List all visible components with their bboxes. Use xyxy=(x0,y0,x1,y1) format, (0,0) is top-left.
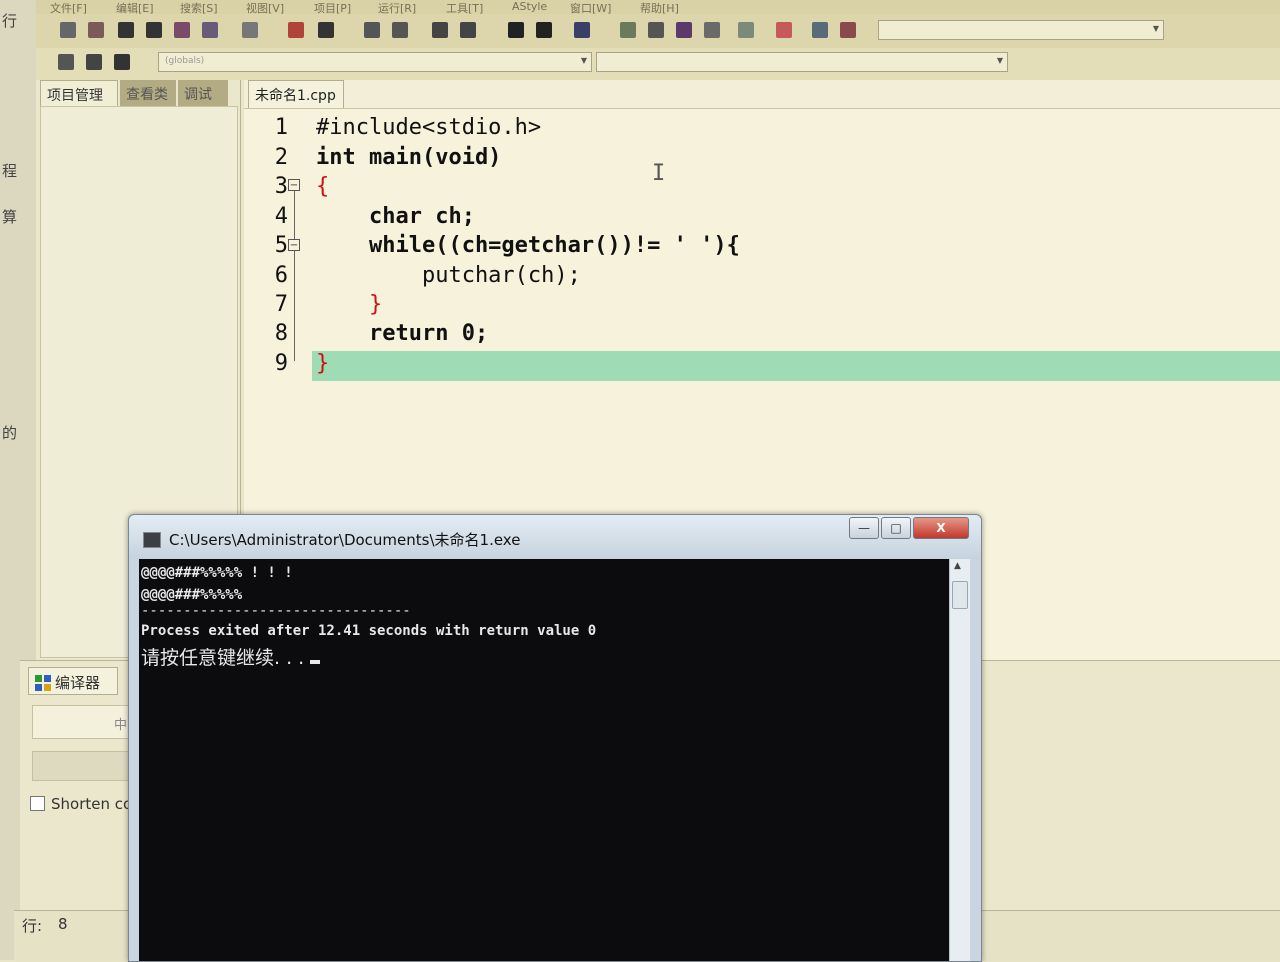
console-line: @@@@###%%%%% xyxy=(141,587,243,603)
code-line: int main(void) xyxy=(316,145,502,170)
shorten-checkbox[interactable] xyxy=(30,796,45,811)
tab-file[interactable]: 未命名1.cpp xyxy=(248,80,344,108)
shorten-label: Shorten co xyxy=(51,795,133,813)
line-number: 2 xyxy=(274,145,288,170)
bookmark-icon[interactable] xyxy=(574,22,590,38)
line-label: 行: xyxy=(22,917,43,935)
scroll-thumb[interactable] xyxy=(952,581,968,609)
chevron-down-icon: ▼ xyxy=(580,56,587,65)
console-prompt-text: 请按任意键继续. . . xyxy=(141,647,305,669)
fold-guide xyxy=(294,191,295,239)
chevron-down-icon: ▼ xyxy=(996,56,1003,65)
compiler-profile-select[interactable]: ▼ xyxy=(878,20,1164,40)
code-line: putchar(ch); xyxy=(316,263,581,288)
console-line: Process exited after 12.41 seconds with … xyxy=(141,623,597,639)
replace-icon[interactable] xyxy=(392,22,408,38)
tab-debug[interactable]: 调试 xyxy=(178,80,228,106)
undo-icon[interactable] xyxy=(288,22,304,38)
code-line: return 0; xyxy=(316,321,489,346)
console-window: C:\Users\Administrator\Documents\未命名1.ex… xyxy=(128,514,982,962)
line-number: 6 xyxy=(274,263,288,288)
class-select-value: (globals) xyxy=(165,56,205,66)
insert-icon[interactable] xyxy=(58,54,74,70)
toggle-icon[interactable] xyxy=(86,54,102,70)
console-prompt: 请按任意键继续. . . xyxy=(141,643,321,670)
indent-icon[interactable] xyxy=(432,22,448,38)
compiler-progress xyxy=(32,751,132,781)
line-number: 9 xyxy=(274,351,288,376)
console-scrollbar[interactable]: ▲ xyxy=(949,559,970,961)
edge-text: 的 xyxy=(2,424,18,442)
line-number: 4 xyxy=(274,204,288,229)
code-line: } xyxy=(316,292,383,317)
chart-icon[interactable] xyxy=(812,22,828,38)
menu-bar: 文件[F] 编辑[E] 搜索[S] 视图[V] 项目[P] 运行[R] 工具[T… xyxy=(36,0,1280,15)
class-select[interactable]: (globals) ▼ xyxy=(158,52,592,72)
close-all-icon[interactable] xyxy=(202,22,218,38)
main-toolbar: ▼ xyxy=(36,14,1280,49)
scroll-up-icon[interactable]: ▲ xyxy=(954,561,961,571)
line-number: 8 xyxy=(274,321,288,346)
print-icon[interactable] xyxy=(242,22,258,38)
maximize-button[interactable]: □ xyxy=(881,517,911,539)
console-output[interactable]: @@@@###%%%%% ! ! ! @@@@###%%%%% --------… xyxy=(139,559,961,961)
secondary-toolbar: (globals) ▼ ▼ xyxy=(36,48,1280,80)
save-icon[interactable] xyxy=(118,22,134,38)
compiler-field[interactable]: 中 xyxy=(32,705,132,739)
find-icon[interactable] xyxy=(364,22,380,38)
close-button[interactable]: X xyxy=(913,517,969,539)
save-all-icon[interactable] xyxy=(146,22,162,38)
shorten-option[interactable]: Shorten co xyxy=(30,795,132,813)
check-icon[interactable] xyxy=(738,22,754,38)
console-titlebar[interactable]: C:\Users\Administrator\Documents\未命名1.ex… xyxy=(129,515,981,559)
minimize-button[interactable]: — xyxy=(849,517,879,539)
fold-toggle-icon[interactable]: − xyxy=(288,179,300,191)
fold-guide xyxy=(294,251,295,361)
code-line: { xyxy=(316,174,330,199)
chevron-down-icon: ▼ xyxy=(1152,24,1159,33)
forward-icon[interactable] xyxy=(536,22,552,38)
current-line-highlight xyxy=(312,351,1280,381)
compile-icon[interactable] xyxy=(620,22,636,38)
tab-project-manager[interactable]: 项目管理 xyxy=(40,80,118,106)
code-line: while((ch=getchar())!= ' '){ xyxy=(316,233,740,258)
console-title: C:\Users\Administrator\Documents\未命名1.ex… xyxy=(169,531,521,549)
function-select[interactable]: ▼ xyxy=(596,52,1008,72)
edge-text: 行 xyxy=(2,12,18,30)
menu-astyle[interactable]: AStyle xyxy=(512,0,547,13)
tab-compiler[interactable]: 编译器 xyxy=(28,667,118,695)
rebuild-icon[interactable] xyxy=(704,22,720,38)
console-cursor xyxy=(310,660,321,664)
compile-run-icon[interactable] xyxy=(676,22,692,38)
edge-text: 算 xyxy=(2,208,18,226)
back-icon[interactable] xyxy=(508,22,524,38)
line-value: 8 xyxy=(58,915,68,933)
code-line: } xyxy=(316,351,330,376)
unindent-icon[interactable] xyxy=(460,22,476,38)
line-number: 7 xyxy=(274,292,288,317)
console-app-icon xyxy=(143,532,161,548)
line-number: 1 xyxy=(274,115,288,140)
compiler-grid-icon xyxy=(35,675,51,691)
close-file-icon[interactable] xyxy=(174,22,190,38)
new-file-icon[interactable] xyxy=(60,22,76,38)
console-line: @@@@###%%%%% ! ! ! xyxy=(141,565,293,581)
code-line: char ch; xyxy=(316,204,475,229)
delete-profile-icon[interactable] xyxy=(840,22,856,38)
line-number: 5 xyxy=(274,233,288,258)
code-line: #include<stdio.h> xyxy=(316,115,542,140)
text-cursor-icon: I xyxy=(652,161,666,186)
stop-icon[interactable] xyxy=(776,22,792,38)
fold-toggle-icon[interactable]: − xyxy=(288,239,300,251)
line-number: 3 xyxy=(274,174,288,199)
console-line: -------------------------------- xyxy=(141,603,411,619)
goto-icon[interactable] xyxy=(114,54,130,70)
tab-compiler-label: 编译器 xyxy=(55,674,101,692)
open-file-icon[interactable] xyxy=(88,22,104,38)
edge-text: 程 xyxy=(2,162,18,180)
run-icon[interactable] xyxy=(648,22,664,38)
redo-icon[interactable] xyxy=(318,22,334,38)
tab-class-view[interactable]: 查看类 xyxy=(120,80,176,106)
